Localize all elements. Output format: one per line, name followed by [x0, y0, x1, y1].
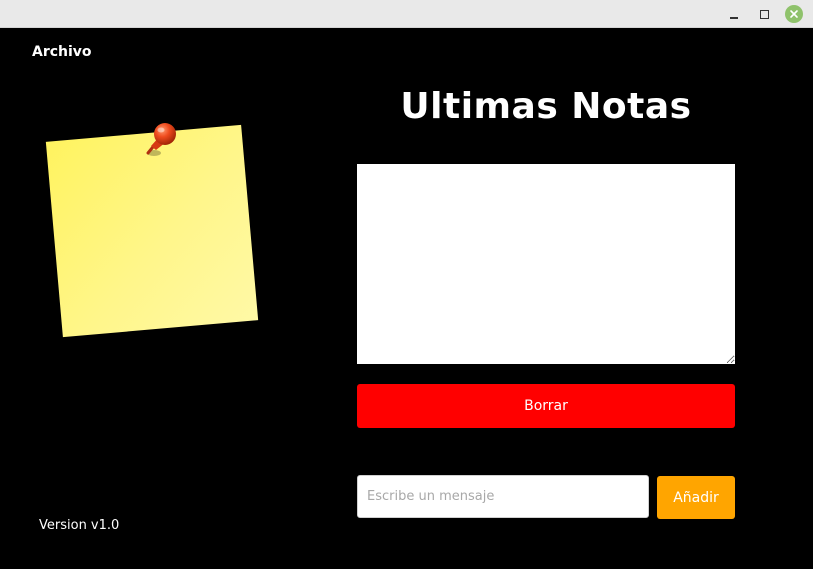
title-bar — [0, 0, 813, 28]
message-input[interactable] — [357, 475, 649, 518]
delete-button[interactable]: Borrar — [357, 384, 735, 428]
minimize-icon — [730, 17, 738, 19]
version-label: Version v1.0 — [39, 518, 120, 533]
menu-archivo[interactable]: Archivo — [32, 44, 92, 60]
minimize-button[interactable] — [724, 4, 744, 24]
maximize-icon — [759, 9, 769, 19]
close-icon — [785, 5, 803, 23]
add-button[interactable]: Añadir — [657, 476, 735, 519]
pushpin-icon — [146, 123, 176, 156]
notes-text-area[interactable] — [357, 164, 735, 364]
sticky-note-illustration — [40, 115, 280, 355]
app-window: Archivo Ultimas Notas Borrar Añadir Vers… — [0, 0, 813, 569]
maximize-button[interactable] — [754, 4, 774, 24]
close-button[interactable] — [784, 4, 804, 24]
page-title: Ultimas Notas — [400, 86, 692, 127]
